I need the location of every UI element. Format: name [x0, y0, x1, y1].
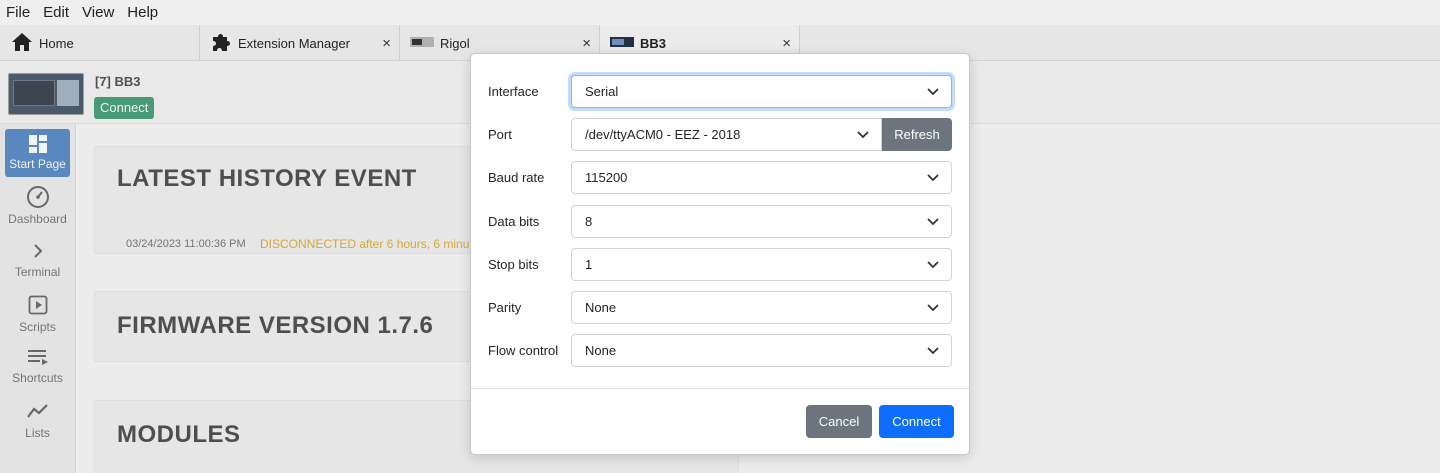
chevron-down-icon: [927, 304, 939, 312]
refresh-button[interactable]: Refresh: [882, 118, 952, 151]
chevron-down-icon: [857, 131, 869, 139]
tab-label: Rigol: [440, 35, 470, 51]
baud-rate-value: 115200: [585, 170, 628, 185]
menu-help[interactable]: Help: [127, 4, 158, 21]
data-bits-select[interactable]: 8: [571, 205, 952, 238]
parity-select[interactable]: None: [571, 291, 952, 324]
flow-control-label: Flow control: [488, 343, 559, 358]
home-icon: [11, 32, 33, 55]
instrument-icon: [610, 36, 634, 51]
tab-label: Home: [39, 35, 74, 51]
connection-dialog: Interface Serial Port /dev/ttyACM0 - EEZ…: [470, 53, 970, 455]
dialog-footer-divider: [471, 388, 969, 389]
parity-value: None: [585, 300, 617, 315]
cancel-button[interactable]: Cancel: [806, 405, 872, 438]
connect-button[interactable]: Connect: [879, 405, 954, 438]
menu-bar: File Edit View Help: [0, 0, 1440, 25]
stop-bits-value: 1: [585, 257, 593, 272]
baud-rate-select[interactable]: 115200: [571, 161, 952, 194]
close-icon[interactable]: ×: [382, 35, 391, 52]
close-icon[interactable]: ×: [782, 35, 791, 52]
port-value: /dev/ttyACM0 - EEZ - 2018: [585, 127, 741, 142]
port-select[interactable]: /dev/ttyACM0 - EEZ - 2018: [571, 118, 882, 151]
flow-control-select[interactable]: None: [571, 334, 952, 367]
menu-file[interactable]: File: [6, 4, 30, 21]
data-bits-value: 8: [585, 214, 593, 229]
tab-label: BB3: [640, 35, 667, 51]
interface-select[interactable]: Serial: [571, 75, 952, 108]
chevron-down-icon: [927, 88, 939, 96]
chevron-down-icon: [927, 261, 939, 269]
interface-value: Serial: [585, 84, 619, 99]
stop-bits-select[interactable]: 1: [571, 248, 952, 281]
puzzle-icon: [210, 32, 232, 55]
baud-rate-label: Baud rate: [488, 170, 545, 185]
port-label: Port: [488, 127, 512, 142]
tab-extension-manager[interactable]: Extension Manager ×: [200, 25, 400, 61]
close-icon[interactable]: ×: [582, 35, 591, 52]
stop-bits-label: Stop bits: [488, 257, 539, 272]
data-bits-label: Data bits: [488, 214, 540, 229]
menu-edit[interactable]: Edit: [43, 4, 69, 21]
flow-control-value: None: [585, 343, 617, 358]
instrument-icon: [410, 36, 434, 51]
chevron-down-icon: [927, 347, 939, 355]
tab-label: Extension Manager: [238, 35, 351, 51]
interface-label: Interface: [488, 84, 539, 99]
chevron-down-icon: [927, 174, 939, 182]
tab-home[interactable]: Home: [0, 25, 200, 61]
menu-view[interactable]: View: [82, 4, 114, 21]
chevron-down-icon: [927, 218, 939, 226]
parity-label: Parity: [488, 300, 522, 315]
